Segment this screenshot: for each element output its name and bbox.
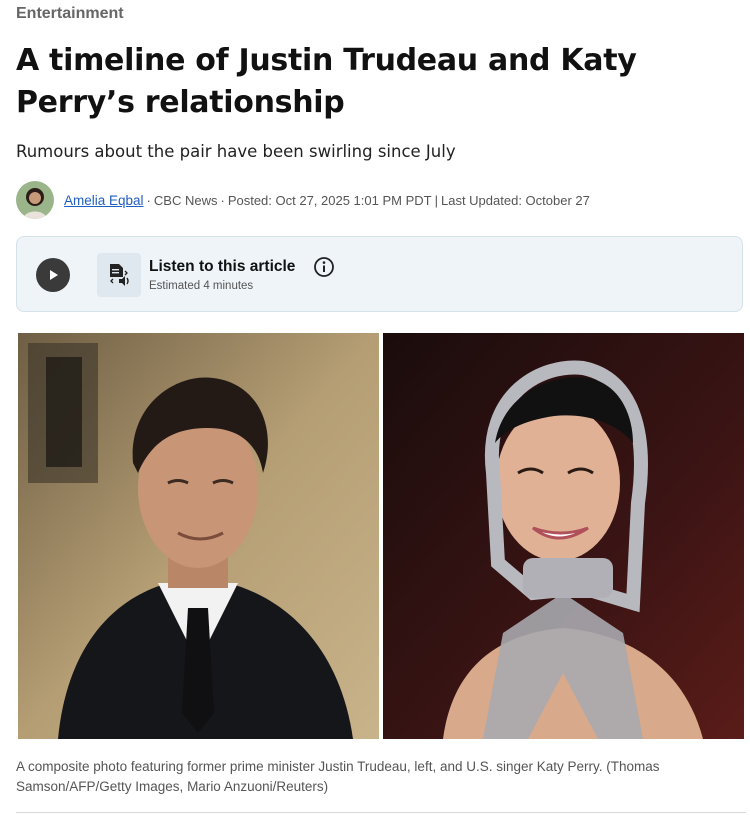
listen-title: Listen to this article bbox=[149, 258, 296, 275]
audio-player: Listen to this article Estimated 4 minut… bbox=[16, 236, 743, 312]
section-link[interactable]: Entertainment bbox=[16, 5, 124, 23]
photo-caption: A composite photo featuring former prime… bbox=[16, 759, 660, 794]
listen-duration: Estimated 4 minutes bbox=[149, 280, 254, 292]
play-icon bbox=[50, 270, 58, 280]
trudeau-photo bbox=[18, 333, 379, 739]
info-button[interactable] bbox=[313, 256, 335, 278]
updated-date: Last Updated: October 27 bbox=[440, 192, 590, 208]
separator-dot: · bbox=[220, 192, 225, 208]
info-icon bbox=[314, 257, 334, 277]
author-link[interactable]: Amelia Eqbal bbox=[64, 193, 144, 208]
separator-dot: · bbox=[146, 192, 151, 208]
posted-date: Posted: Oct 27, 2025 1:01 PM PDT bbox=[227, 192, 432, 208]
perry-photo bbox=[383, 333, 744, 739]
divider: | bbox=[434, 192, 438, 208]
author-avatar[interactable] bbox=[16, 181, 54, 219]
byline: Amelia Eqbal · CBC News · Posted: Oct 27… bbox=[16, 180, 590, 220]
play-button[interactable] bbox=[36, 258, 70, 292]
divider-line bbox=[16, 812, 746, 813]
deck: Rumours about the pair have been swirlin… bbox=[16, 142, 456, 161]
composite-photo[interactable] bbox=[18, 333, 744, 739]
headline: A timeline of Justin Trudeau and Katy Pe… bbox=[16, 43, 637, 120]
text-to-speech-icon bbox=[97, 253, 141, 297]
source-name: CBC News bbox=[153, 192, 218, 208]
